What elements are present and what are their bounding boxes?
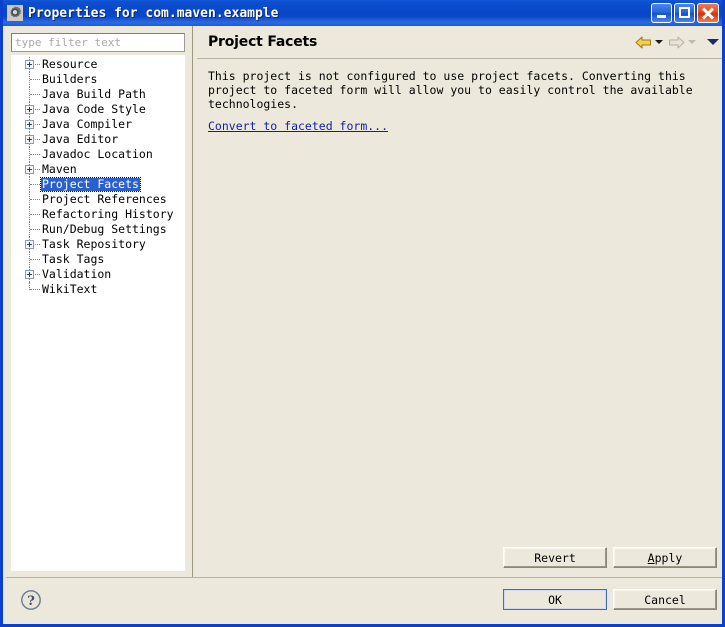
- tree-item-java-compiler[interactable]: Java Compiler: [11, 117, 185, 132]
- tree-item-label: Project Facets: [40, 177, 141, 192]
- tree-item-label: Run/Debug Settings: [42, 222, 167, 236]
- tree-item-label: Java Code Style: [42, 102, 146, 116]
- apply-button-mnemonic: A: [647, 550, 655, 565]
- tree-item-label: Javadoc Location: [42, 147, 153, 161]
- tree-connector-line: [30, 229, 40, 231]
- navigation-pane: ResourceBuildersJava Build PathJava Code…: [6, 26, 192, 577]
- tree-item-label: Java Build Path: [42, 87, 146, 101]
- tree-item-project-references[interactable]: Project References: [11, 192, 185, 207]
- settings-tree[interactable]: Resource Builders Java Build Path Java Code…: [11, 55, 185, 571]
- tree-connector-line: [30, 154, 40, 156]
- navigation-history-controls: [635, 35, 719, 50]
- forward-arrow-icon: [668, 35, 685, 50]
- tree-connector-line: [30, 94, 40, 96]
- tree-connector-line: [30, 289, 40, 291]
- apply-button-label: pply: [654, 550, 683, 565]
- tree-item-project-facets[interactable]: Project Facets: [11, 177, 185, 192]
- content-pane: Project Facets This project is not confi…: [197, 26, 722, 577]
- tree-connector-line: [30, 214, 40, 216]
- apply-button[interactable]: Apply: [613, 547, 717, 568]
- tree-item-task-repository[interactable]: Task Repository: [11, 237, 185, 252]
- tree-item-task-tags[interactable]: Task Tags: [11, 252, 185, 267]
- ok-button[interactable]: OK: [503, 589, 607, 610]
- properties-gear-icon: [7, 5, 23, 21]
- tree-item-label: Task Repository: [42, 237, 146, 251]
- dialog-body: ResourceBuildersJava Build PathJava Code…: [6, 26, 722, 621]
- window-controls: [651, 3, 720, 23]
- revert-button[interactable]: Revert: [503, 547, 607, 568]
- page-action-buttons: Revert Apply: [503, 547, 717, 568]
- tree-expand-plus-icon[interactable]: [25, 120, 34, 129]
- close-button[interactable]: [697, 3, 719, 23]
- facets-content: This project is not configured to use pr…: [197, 59, 722, 577]
- convert-to-faceted-form-link[interactable]: Convert to faceted form...: [208, 119, 388, 133]
- tree-item-label: Task Tags: [42, 252, 105, 266]
- tree-connector-line: [30, 184, 40, 186]
- tree-item-javadoc-location[interactable]: Javadoc Location: [11, 147, 185, 162]
- tree-item-wikitext[interactable]: WikiText: [11, 282, 185, 297]
- tree-expand-plus-icon[interactable]: [25, 270, 34, 279]
- back-dropdown-caret-icon[interactable]: [655, 40, 663, 44]
- maximize-button[interactable]: [674, 3, 695, 23]
- cancel-button[interactable]: Cancel: [613, 589, 717, 610]
- tree-item-java-code-style[interactable]: Java Code Style: [11, 102, 185, 117]
- tree-expand-plus-icon[interactable]: [25, 105, 34, 114]
- back-arrow-icon[interactable]: [635, 35, 652, 50]
- dialog-footer: ? OK Cancel: [6, 578, 722, 621]
- tree-expand-plus-icon[interactable]: [25, 240, 34, 249]
- tree-item-java-build-path[interactable]: Java Build Path: [11, 87, 185, 102]
- page-title: Project Facets: [208, 34, 318, 50]
- tree-item-label: Resource: [42, 57, 98, 71]
- tree-item-resource[interactable]: Resource: [11, 57, 185, 72]
- svg-text:?: ?: [27, 594, 35, 609]
- tree-item-label: Validation: [42, 267, 112, 281]
- tree-item-label: WikiText: [42, 282, 98, 296]
- page-header: Project Facets: [197, 26, 722, 59]
- dialog-upper: ResourceBuildersJava Build PathJava Code…: [6, 26, 722, 577]
- help-question-icon[interactable]: ?: [20, 589, 42, 611]
- minimize-button[interactable]: [651, 3, 672, 23]
- tree-item-label: Project References: [42, 192, 167, 206]
- tree-item-label: Java Editor: [42, 132, 119, 146]
- tree-item-refactoring-history[interactable]: Refactoring History: [11, 207, 185, 222]
- title-bar[interactable]: Properties for com.maven.example: [3, 0, 722, 26]
- dialog-buttons: OK Cancel: [503, 589, 717, 610]
- forward-dropdown-caret-icon: [688, 40, 696, 44]
- tree-connector-line: [30, 199, 40, 201]
- page-description: This project is not configured to use pr…: [208, 69, 693, 111]
- tree-item-validation[interactable]: Validation: [11, 267, 185, 282]
- tree-expand-plus-icon[interactable]: [25, 60, 34, 69]
- tree-item-label: Refactoring History: [42, 207, 174, 221]
- window-title: Properties for com.maven.example: [28, 5, 279, 21]
- tree-expand-plus-icon[interactable]: [25, 135, 34, 144]
- properties-dialog: Properties for com.maven.example Resourc…: [0, 0, 725, 627]
- tree-item-builders[interactable]: Builders: [11, 72, 185, 87]
- tree-expand-plus-icon[interactable]: [25, 165, 34, 174]
- tree-item-run-debug-settings[interactable]: Run/Debug Settings: [11, 222, 185, 237]
- tree-item-label: Java Compiler: [42, 117, 133, 131]
- tree-connector-line: [30, 79, 40, 81]
- tree-item-java-editor[interactable]: Java Editor: [11, 132, 185, 147]
- tree-item-label: Builders: [42, 72, 98, 86]
- tree-item-maven[interactable]: Maven: [11, 162, 185, 177]
- view-menu-chevron-down-icon[interactable]: [707, 39, 719, 45]
- search-input[interactable]: [11, 33, 185, 52]
- tree-item-label: Maven: [42, 162, 77, 176]
- tree-connector-line: [30, 259, 40, 261]
